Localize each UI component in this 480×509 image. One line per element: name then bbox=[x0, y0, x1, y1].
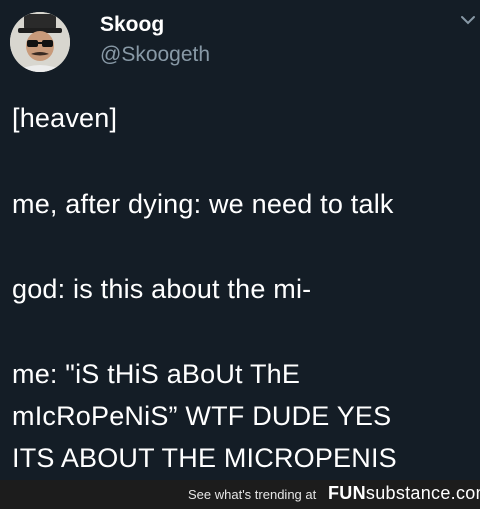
tweet-line-6: ITS ABOUT THE MICROPENIS bbox=[12, 443, 397, 473]
brand-rest: substance.com bbox=[365, 483, 480, 503]
tweet-line-2: me, after dying: we need to talk bbox=[12, 189, 394, 219]
tweet-line-1: [heaven] bbox=[12, 103, 118, 133]
author-handle[interactable]: @Skoogeth bbox=[100, 43, 210, 67]
tweet-line-4: me: "iS tHiS aBoUt ThE bbox=[12, 359, 301, 389]
footer-bar: See what's trending at FUNsubstance.com bbox=[0, 480, 480, 509]
author-name[interactable]: Skoog bbox=[100, 13, 164, 37]
trending-text: See what's trending at bbox=[188, 487, 317, 502]
tweet-card: Skoog @Skoogeth [heaven] me, after dying… bbox=[0, 0, 480, 480]
brand-fun: FUN bbox=[328, 483, 366, 503]
brand-link[interactable]: FUNsubstance.com bbox=[328, 483, 480, 504]
avatar[interactable] bbox=[10, 12, 70, 72]
chevron-down-icon[interactable] bbox=[460, 14, 476, 26]
avatar-image bbox=[10, 12, 70, 72]
tweet-line-3: god: is this about the mi- bbox=[12, 274, 312, 304]
tweet-line-5: mIcRoPeNiS” WTF DUDE YES bbox=[12, 401, 392, 431]
